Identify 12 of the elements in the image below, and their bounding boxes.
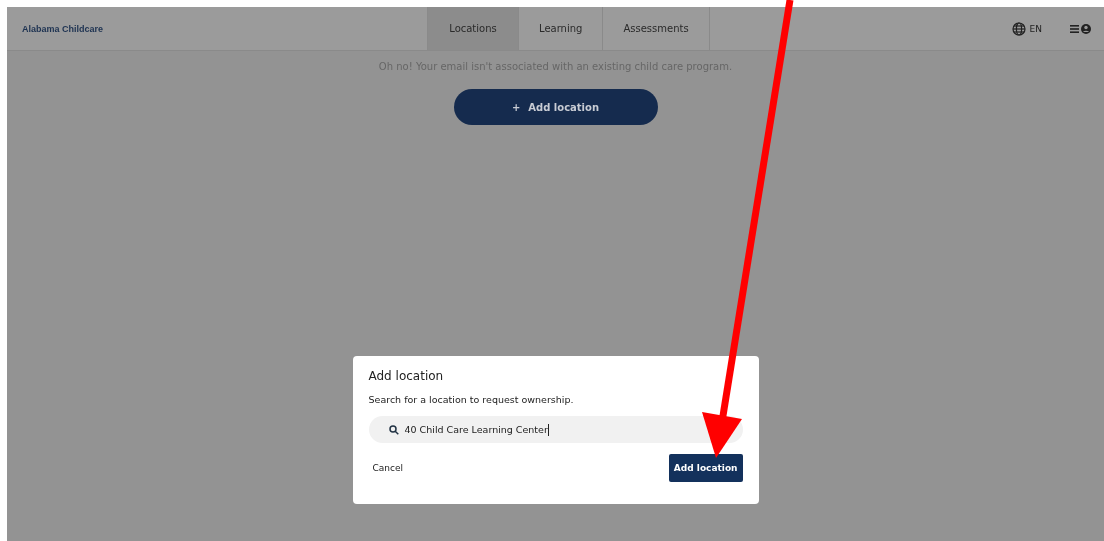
nav-tab[interactable]: Locations — [427, 7, 519, 50]
brand-title: Alabama Childcare — [22, 23, 104, 34]
dialog-prompt: Search for a location to request ownership. — [368, 394, 575, 405]
language-button[interactable]: EN — [1011, 21, 1042, 36]
menu-account-icon[interactable] — [1070, 22, 1092, 35]
search-field[interactable]: 40 Child Care Learning Center — [368, 416, 743, 443]
confirm-button[interactable]: Add location — [668, 454, 743, 482]
dialog-title: Add location — [368, 369, 445, 383]
add-location-button[interactable]: + Add location — [453, 89, 658, 125]
globe-icon — [1011, 21, 1026, 36]
search-icon — [388, 424, 399, 435]
cancel-button[interactable]: Cancel — [368, 459, 407, 477]
